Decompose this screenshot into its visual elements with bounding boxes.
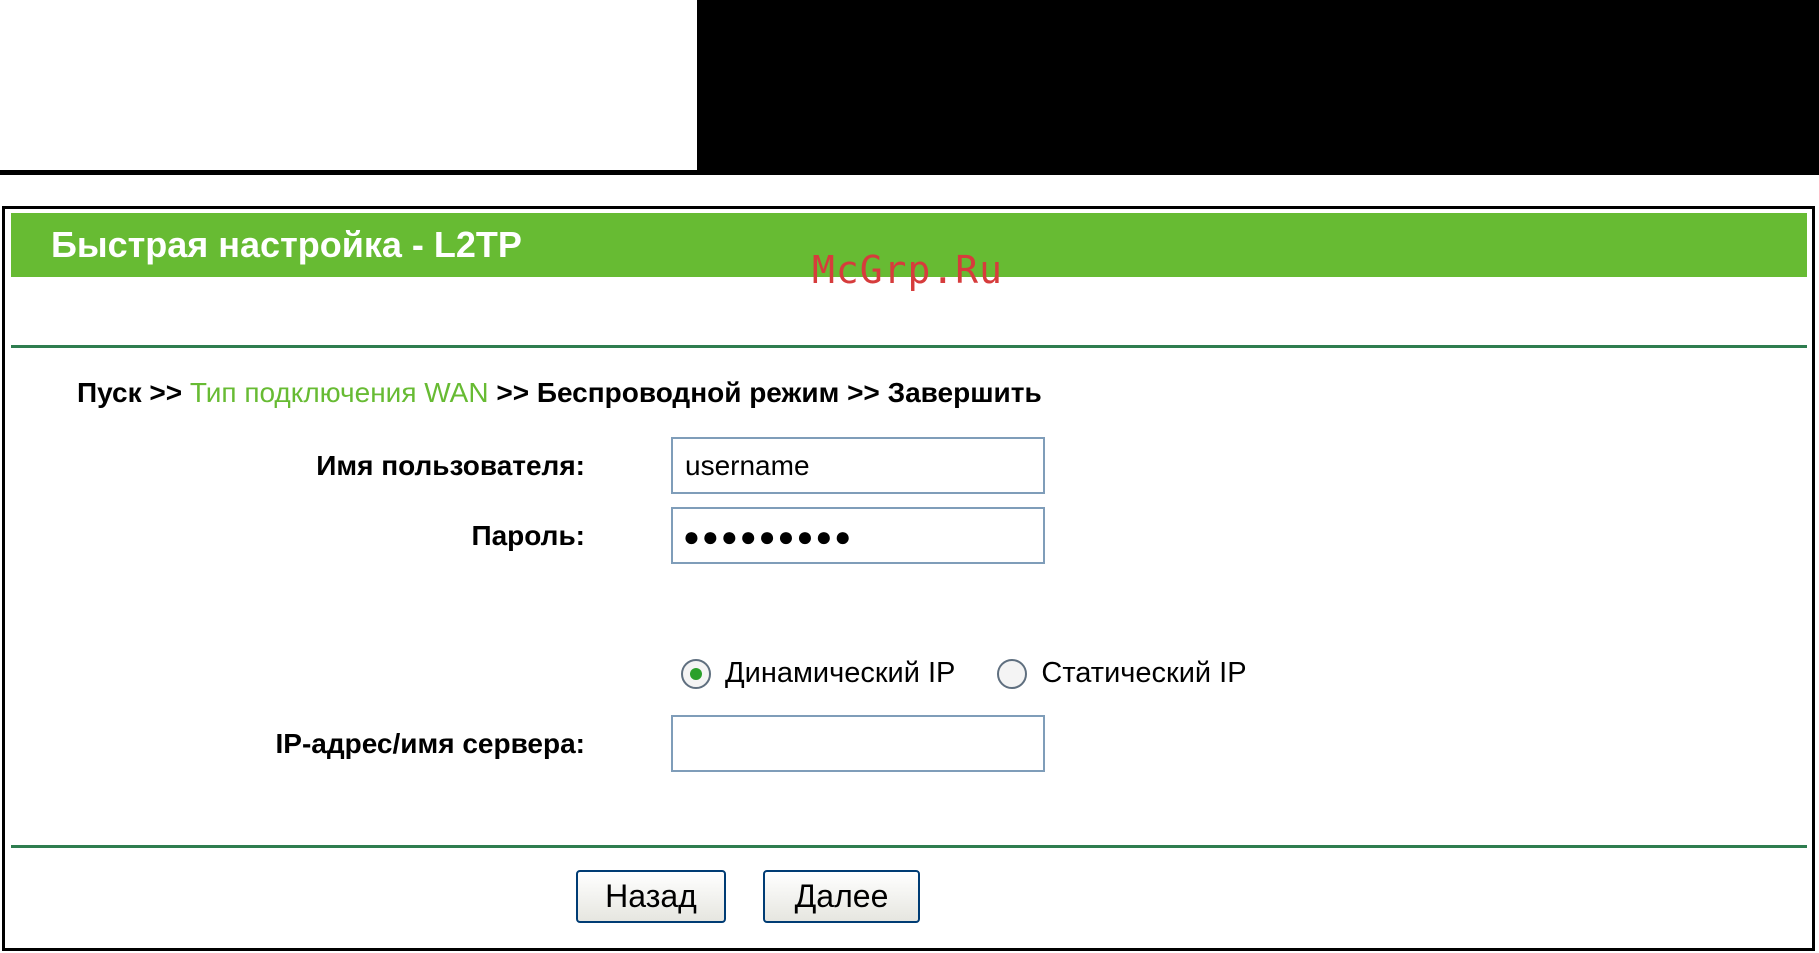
dynamic-ip-label[interactable]: Динамический IP [725, 657, 955, 690]
watermark: McGrp.Ru [812, 248, 1004, 292]
next-button[interactable]: Далее [763, 870, 920, 923]
quick-setup-panel: Быстрая настройка - L2TP Пуск >> Тип под… [2, 206, 1815, 951]
breadcrumb-start: Пуск [77, 377, 142, 408]
top-separator-line [0, 170, 1819, 175]
username-input[interactable] [671, 437, 1045, 494]
divider-bottom [11, 845, 1807, 848]
breadcrumb-finish: Завершить [887, 377, 1042, 408]
ip-mode-radio-group: Динамический IP Статический IP [681, 657, 1289, 690]
server-input[interactable] [671, 715, 1045, 772]
breadcrumb-sep: >> [496, 377, 530, 408]
breadcrumb: Пуск >> Тип подключения WAN >> Беспровод… [77, 377, 1042, 409]
top-black-banner [697, 0, 1819, 170]
static-ip-label[interactable]: Статический IP [1041, 657, 1246, 690]
static-ip-radio[interactable] [997, 658, 1028, 689]
username-label: Имя пользователя: [316, 450, 585, 481]
password-input[interactable] [671, 507, 1045, 564]
back-button[interactable]: Назад [576, 870, 726, 923]
breadcrumb-current: Тип подключения WAN [189, 377, 489, 408]
breadcrumb-wireless: Беспроводной режим [536, 377, 840, 408]
divider-top [11, 345, 1807, 348]
panel-title: Быстрая настройка - L2TP [51, 224, 522, 265]
password-label: Пароль: [471, 520, 585, 551]
breadcrumb-sep: >> [847, 377, 880, 408]
server-label: IP-адрес/имя сервера: [275, 728, 586, 759]
dynamic-ip-radio[interactable] [681, 658, 711, 689]
breadcrumb-sep: >> [149, 377, 183, 408]
